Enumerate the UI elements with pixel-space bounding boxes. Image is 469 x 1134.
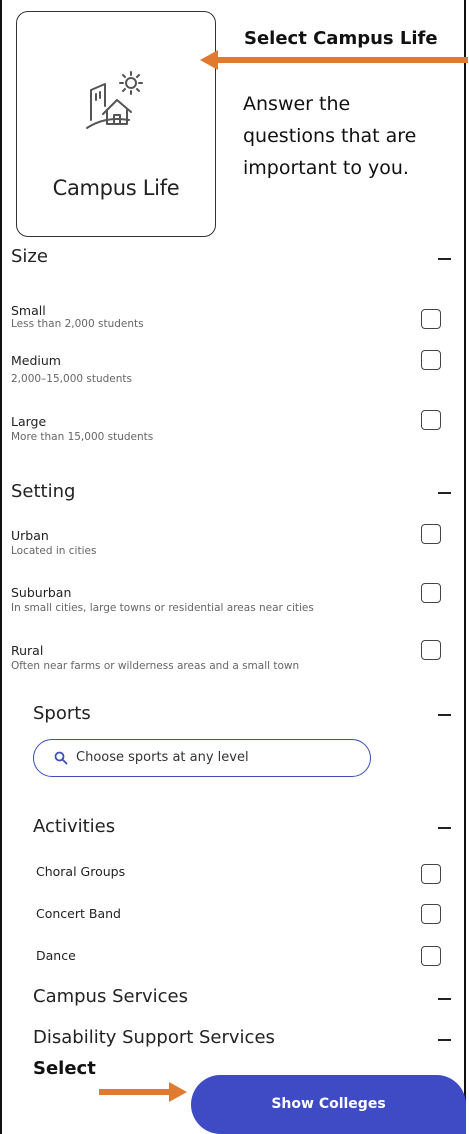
section-title-setting: Setting: [11, 481, 76, 502]
option-sub-rural: Often near farms or wilderness areas and…: [11, 660, 300, 672]
callout-line: questions that are: [243, 125, 417, 147]
checkbox-urban[interactable]: [421, 524, 441, 544]
callout-instructions: Answer the questions that are important …: [243, 88, 468, 184]
checkbox-rural[interactable]: [421, 640, 441, 660]
section-title-disability-support[interactable]: Disability Support Services: [33, 1027, 275, 1048]
collapse-size-icon[interactable]: [438, 258, 451, 260]
collapse-setting-icon[interactable]: [438, 492, 451, 494]
checkbox-choral-groups[interactable]: [421, 864, 441, 884]
option-label-choral-groups: Choral Groups: [36, 864, 126, 879]
checkbox-large[interactable]: [421, 410, 441, 430]
option-label-large: Large: [11, 414, 47, 429]
search-icon: [54, 751, 68, 765]
arrow-left-icon: [200, 50, 468, 70]
checkbox-dance[interactable]: [421, 946, 441, 966]
campus-house-sun-icon: [86, 71, 143, 129]
checkbox-small[interactable]: [421, 309, 441, 329]
option-sub-suburban: In small cities, large towns or resident…: [11, 602, 314, 614]
option-label-suburban: Suburban: [11, 585, 72, 600]
sports-search-input[interactable]: Choose sports at any level: [33, 739, 371, 777]
section-title-size: Size: [11, 246, 48, 267]
sports-search-placeholder: Choose sports at any level: [76, 750, 249, 765]
option-sub-urban: Located in cities: [11, 545, 97, 557]
option-label-medium: Medium: [11, 353, 61, 368]
option-label-dance: Dance: [36, 948, 76, 963]
callout-line: Answer the: [243, 93, 351, 115]
select-label: Select: [33, 1058, 96, 1079]
section-title-sports: Sports: [33, 703, 91, 724]
option-label-small: Small: [11, 303, 46, 318]
option-sub-medium: 2,000–15,000 students: [11, 373, 132, 385]
section-title-activities: Activities: [33, 816, 116, 837]
option-label-urban: Urban: [11, 528, 49, 543]
checkbox-medium[interactable]: [421, 350, 441, 370]
option-label-rural: Rural: [11, 643, 44, 658]
checkbox-concert-band[interactable]: [421, 904, 441, 924]
callout-title: Select Campus Life: [244, 28, 438, 49]
collapse-sports-icon[interactable]: [438, 714, 451, 716]
campus-life-tile[interactable]: Campus Life: [16, 11, 216, 237]
callout-line: important to you.: [243, 157, 409, 179]
section-title-campus-services[interactable]: Campus Services: [33, 986, 188, 1007]
campus-life-label: Campus Life: [52, 176, 180, 200]
option-sub-large: More than 15,000 students: [11, 431, 154, 443]
arrow-right-icon: [99, 1082, 187, 1102]
collapse-activities-icon[interactable]: [438, 827, 451, 829]
option-sub-small: Less than 2,000 students: [11, 318, 144, 330]
collapse-disability-icon[interactable]: [438, 1039, 451, 1041]
show-colleges-button[interactable]: Show Colleges: [191, 1075, 466, 1134]
collapse-campus-services-icon[interactable]: [438, 998, 451, 1000]
checkbox-suburban[interactable]: [421, 583, 441, 603]
option-label-concert-band: Concert Band: [36, 906, 121, 921]
